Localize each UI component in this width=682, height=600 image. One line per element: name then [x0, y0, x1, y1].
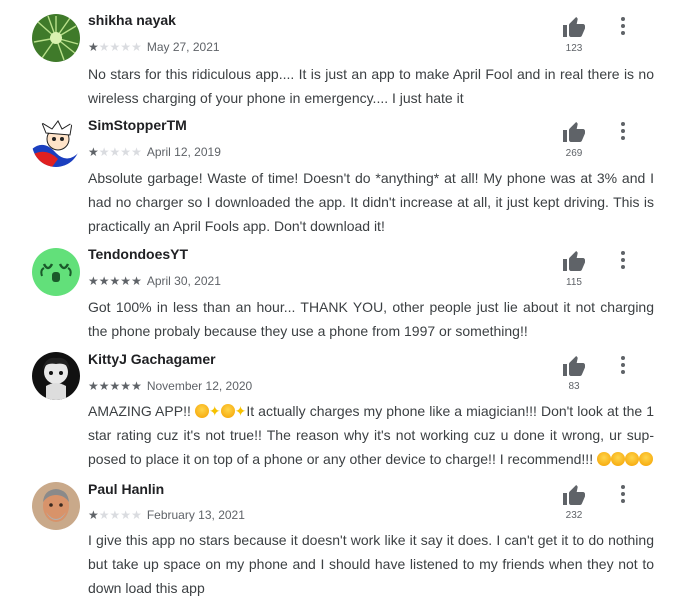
- author-name: SimStopperTM: [88, 117, 187, 133]
- star-icon: ★: [109, 40, 121, 54]
- heart-eyes-emoji-icon: [194, 404, 209, 418]
- star-icon: ★: [88, 508, 99, 522]
- star-icon: ★: [98, 274, 110, 288]
- review-text: I give this app no stars because it does…: [88, 532, 654, 596]
- star-rating: ★★★★★: [88, 506, 142, 524]
- review-date: November 12, 2020: [146, 379, 253, 393]
- review-text: AMAZING APP!! ✦ ✦It actually charges my p…: [88, 399, 654, 471]
- review-date: February 13, 2021: [146, 508, 245, 522]
- thumbs-up-icon[interactable]: [561, 484, 589, 508]
- author-name: KittyJ Gachagamer: [88, 351, 216, 367]
- more-vert-icon[interactable]: [612, 353, 634, 379]
- star-icon: ★: [131, 508, 142, 522]
- smiling-face-emoji-icon: [638, 452, 653, 466]
- thumbs-up-icon[interactable]: [561, 250, 589, 274]
- sparkles-emoji-icon: ✦: [208, 403, 221, 419]
- star-icon: ★: [131, 145, 142, 159]
- star-icon: ★: [98, 379, 110, 393]
- more-vert-icon[interactable]: [612, 482, 634, 508]
- smiling-face-emoji-icon: [624, 452, 639, 466]
- star-rating: ★★★★★: [88, 272, 142, 290]
- review-text: Absolute garbage! Waste of time! Doesn't…: [88, 170, 654, 234]
- review-date: April 30, 2021: [146, 274, 221, 288]
- star-icon: ★: [120, 40, 132, 54]
- avatar: [32, 352, 80, 400]
- thumbs-up-icon[interactable]: [561, 121, 589, 145]
- more-vert-icon[interactable]: [612, 14, 634, 40]
- review-date: May 27, 2021: [146, 40, 220, 54]
- star-icon: ★: [109, 508, 121, 522]
- thumbs-up-icon[interactable]: [561, 355, 589, 379]
- rating-row: ★★★★★ November 12, 2020: [88, 377, 253, 393]
- sparkles-emoji-icon: ✦: [234, 403, 247, 419]
- star-icon: ★: [109, 145, 121, 159]
- helpful-count: 83: [568, 381, 580, 392]
- author-name: Paul Hanlin: [88, 481, 165, 497]
- author-name: shikha nayak: [88, 12, 176, 28]
- helpful-count: 123: [565, 43, 583, 54]
- star-icon: ★: [131, 40, 142, 54]
- star-icon: ★: [88, 379, 99, 393]
- star-icon: ★: [98, 40, 110, 54]
- rating-row: ★★★★★ April 30, 2021: [88, 272, 221, 288]
- avatar: [32, 14, 80, 62]
- star-icon: ★: [131, 274, 142, 288]
- star-rating: ★★★★★: [88, 143, 142, 161]
- thumbs-up-icon[interactable]: [561, 16, 589, 40]
- star-icon: ★: [120, 274, 132, 288]
- heart-eyes-emoji-icon: [220, 404, 235, 418]
- star-icon: ★: [109, 379, 121, 393]
- smiling-face-emoji-icon: [596, 452, 611, 466]
- rating-row: ★★★★★ February 13, 2021: [88, 506, 245, 522]
- review-text: No stars for this ridiculous app.... It …: [88, 66, 654, 106]
- avatar: [32, 248, 80, 296]
- star-icon: ★: [98, 145, 110, 159]
- helpful-count: 232: [565, 510, 583, 521]
- star-icon: ★: [88, 274, 99, 288]
- author-name: TendondoesYT: [88, 246, 189, 262]
- star-icon: ★: [98, 508, 110, 522]
- review-text-start: AMAZING APP!!: [88, 403, 195, 419]
- avatar: [32, 482, 80, 530]
- rating-row: ★★★★★ April 12, 2019: [88, 143, 221, 159]
- review-date: April 12, 2019: [146, 145, 221, 159]
- helpful-count: 269: [565, 148, 583, 159]
- review-text: Got 100% in less than an hour... THANK Y…: [88, 299, 654, 339]
- more-vert-icon[interactable]: [612, 248, 634, 274]
- more-vert-icon[interactable]: [612, 119, 634, 145]
- star-icon: ★: [109, 274, 121, 288]
- smiling-face-emoji-icon: [610, 452, 625, 466]
- helpful-count: 115: [566, 277, 582, 288]
- star-icon: ★: [88, 145, 99, 159]
- star-icon: ★: [120, 508, 132, 522]
- star-icon: ★: [120, 379, 132, 393]
- star-icon: ★: [88, 40, 99, 54]
- star-rating: ★★★★★: [88, 377, 142, 395]
- star-icon: ★: [131, 379, 142, 393]
- star-rating: ★★★★★: [88, 38, 142, 56]
- star-icon: ★: [120, 145, 132, 159]
- rating-row: ★★★★★ May 27, 2021: [88, 38, 220, 54]
- avatar: [32, 119, 80, 167]
